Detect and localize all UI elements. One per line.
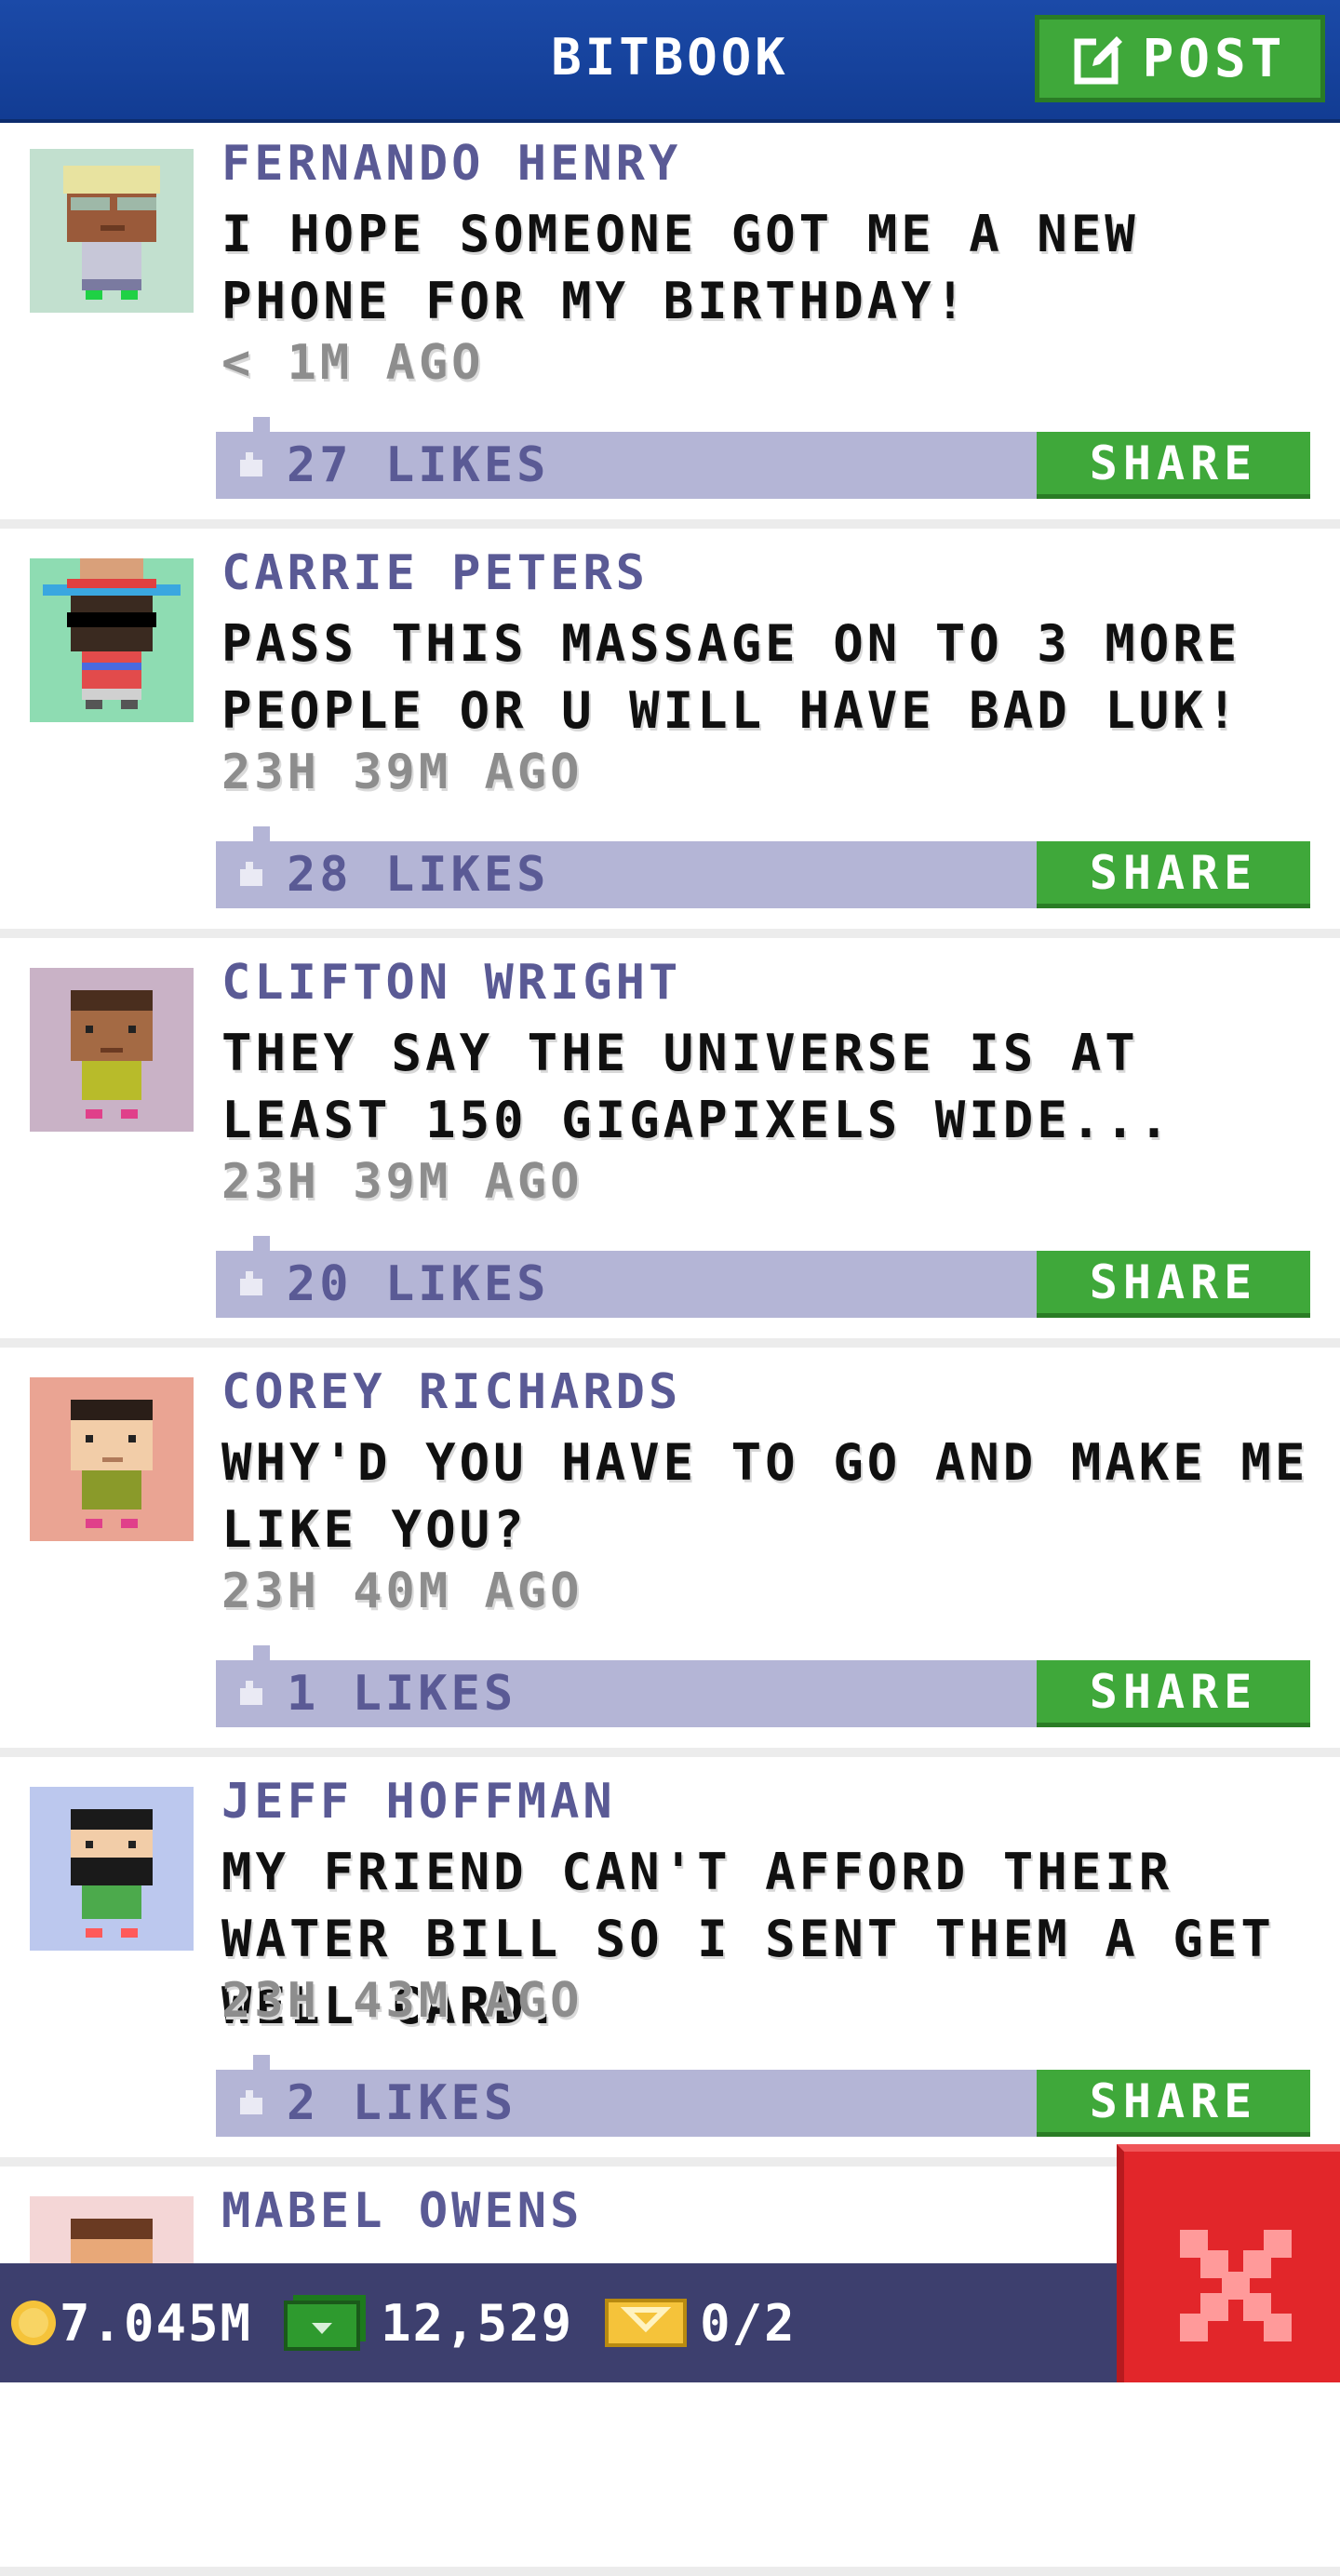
coins-value: 7.045M — [60, 2293, 253, 2353]
feed-post: CARRIE PETERS PASS THIS MASSAGE ON TO 3 … — [0, 529, 1340, 938]
share-button[interactable]: SHARE — [1037, 1660, 1310, 1727]
tickets-display: 0/2 — [605, 2294, 797, 2353]
feed-post: FERNANDO HENRY I HOPE SOMEONE GOT ME A N… — [0, 119, 1340, 529]
app-header: BITBOOK POST — [0, 0, 1340, 119]
close-button[interactable] — [1117, 2144, 1340, 2382]
likes-bar[interactable]: 28 LIKES SHARE — [216, 826, 1310, 908]
avatar — [30, 558, 194, 722]
avatar — [30, 1377, 194, 1541]
likes-bar[interactable]: 20 LIKES SHARE — [216, 1236, 1310, 1318]
likes-count: 27 LIKES — [287, 437, 550, 493]
post-author[interactable]: JEFF HOFFMAN — [221, 1774, 616, 1830]
post-author[interactable]: CARRIE PETERS — [221, 545, 649, 601]
post-time: 23H 40M AGO — [221, 1563, 583, 1619]
post-author[interactable]: COREY RICHARDS — [221, 1364, 681, 1420]
likes-count: 1 LIKES — [287, 1666, 517, 1722]
post-author[interactable]: MABEL OWENS — [221, 2183, 583, 2239]
likes-count: 20 LIKES — [287, 1256, 550, 1312]
post-message: I HOPE SOMEONE GOT ME A NEW PHONE FOR MY… — [221, 205, 1139, 330]
post-button-label: POST — [1142, 28, 1287, 89]
bux-icon — [284, 2295, 367, 2351]
share-button[interactable]: SHARE — [1037, 1251, 1310, 1318]
feed-post: CLIFTON WRIGHT THEY SAY THE UNIVERSE IS … — [0, 938, 1340, 1348]
likes-bar[interactable]: 27 LIKES SHARE — [216, 417, 1310, 499]
tickets-value: 0/2 — [700, 2293, 797, 2353]
ticket-icon — [605, 2299, 688, 2347]
close-icon — [1180, 2230, 1292, 2341]
post-time: 23H 39M AGO — [221, 745, 583, 800]
post-button[interactable]: POST — [1035, 15, 1325, 102]
post-time: 23H 39M AGO — [221, 1154, 583, 1210]
post-message: WHY'D YOU HAVE TO GO AND MAKE ME LIKE YO… — [221, 1433, 1309, 1559]
share-button[interactable]: SHARE — [1037, 841, 1310, 908]
post-time: 23H 43M AGO — [221, 1973, 583, 2029]
avatar — [30, 149, 194, 313]
thumbs-up-icon — [240, 862, 262, 886]
coin-icon — [11, 2301, 56, 2345]
bux-display: 12,529 — [284, 2294, 573, 2353]
share-button[interactable]: SHARE — [1037, 432, 1310, 499]
avatar — [30, 968, 194, 1132]
post-time: < 1M AGO — [221, 335, 485, 391]
thumbs-up-icon — [240, 2090, 262, 2114]
thumbs-up-icon — [240, 1681, 262, 1705]
avatar — [30, 1787, 194, 1951]
thumbs-up-icon — [240, 1271, 262, 1295]
bux-value: 12,529 — [381, 2293, 574, 2353]
likes-count: 2 LIKES — [287, 2075, 517, 2131]
share-button[interactable]: SHARE — [1037, 2070, 1310, 2137]
post-author[interactable]: CLIFTON WRIGHT — [221, 955, 681, 1011]
post-message: THEY SAY THE UNIVERSE IS AT LEAST 150 GI… — [221, 1024, 1173, 1149]
likes-bar[interactable]: 2 LIKES SHARE — [216, 2055, 1310, 2137]
status-bar: 7.045M 12,529 0/2 — [0, 2263, 1117, 2382]
thumbs-up-icon — [240, 452, 262, 476]
coins-display: 7.045M — [7, 2294, 252, 2353]
post-message: PASS THIS MASSAGE ON TO 3 MORE PEOPLE OR… — [221, 614, 1241, 740]
feed-post: COREY RICHARDS WHY'D YOU HAVE TO GO AND … — [0, 1348, 1340, 1757]
feed-post: JEFF HOFFMAN MY FRIEND CAN'T AFFORD THEI… — [0, 1757, 1340, 2167]
post-author[interactable]: FERNANDO HENRY — [221, 136, 681, 192]
edit-icon — [1074, 34, 1124, 85]
likes-bar[interactable]: 1 LIKES SHARE — [216, 1645, 1310, 1727]
likes-count: 28 LIKES — [287, 847, 550, 903]
